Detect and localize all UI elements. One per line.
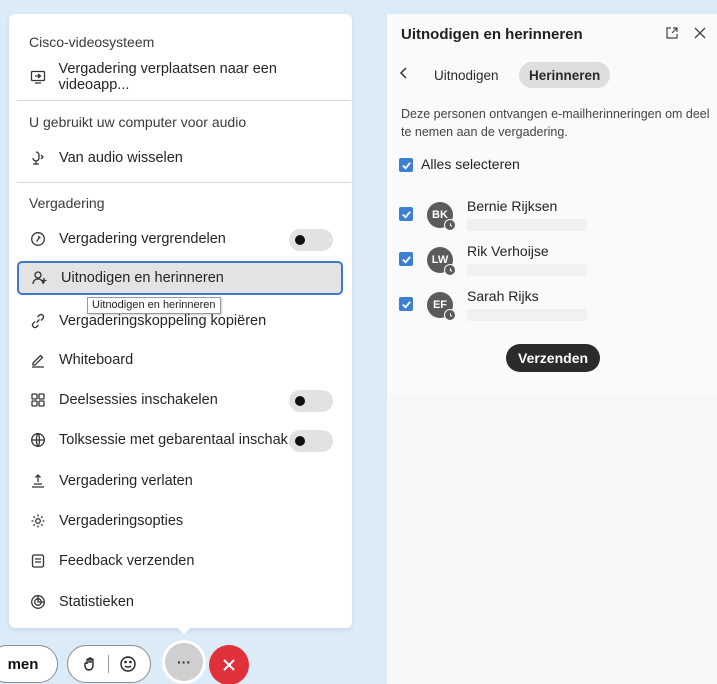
separator: [107, 655, 109, 673]
pop-out-icon[interactable]: [665, 26, 679, 40]
more-options-button[interactable]: ···: [162, 640, 206, 684]
avatar: BK: [427, 202, 456, 231]
section-header-video-system: Cisco-videosysteem: [29, 34, 155, 50]
menu-item-statistics[interactable]: Statistieken: [17, 585, 343, 619]
avatar-initials: EF: [432, 299, 448, 311]
menu-item-label: Statistieken: [59, 594, 134, 610]
reactions-button-group[interactable]: [67, 645, 151, 683]
breakout-sessions-toggle[interactable]: [289, 390, 333, 412]
panel-title: Uitnodigen en herinneren: [401, 26, 583, 43]
panel-description: Deze personen ontvangen e-mailherinnerin…: [401, 107, 710, 139]
partial-control-label: men: [7, 655, 39, 673]
menu-item-label: Vergadering vergrendelen: [59, 231, 226, 247]
menu-item-send-feedback[interactable]: Feedback verzenden: [17, 544, 343, 578]
tab-invite[interactable]: Uitnodigen: [424, 62, 509, 88]
menu-item-sign-language[interactable]: Tolksessie met gebarentaal inschak...: [17, 423, 343, 457]
menu-item-lock-meeting[interactable]: Vergadering vergrendelen: [17, 222, 343, 256]
menu-item-invite-remind[interactable]: Uitnodigen en herinneren: [17, 261, 343, 295]
person-name: Sarah Rijks: [467, 288, 539, 304]
audio-switch-icon: [29, 149, 47, 167]
screen-arrow-icon: [29, 68, 46, 86]
back-chevron-icon[interactable]: [399, 66, 409, 84]
menu-pointer: [175, 625, 193, 634]
partial-control-button[interactable]: men: [0, 645, 58, 683]
grid-icon: [29, 391, 47, 409]
menu-item-label: Uitnodigen en herinneren: [61, 270, 224, 286]
sign-language-toggle[interactable]: [289, 430, 333, 452]
clock-icon: [444, 264, 456, 276]
menu-item-switch-audio[interactable]: Van audio wisselen: [17, 141, 343, 175]
person-name: Bernie Rijksen: [467, 198, 558, 214]
send-button[interactable]: Verzenden: [506, 344, 601, 372]
lock-meeting-toggle[interactable]: [289, 229, 333, 251]
person-checkbox[interactable]: [399, 297, 413, 311]
menu-item-meeting-options[interactable]: Vergaderingsopties: [17, 504, 343, 538]
divider: [17, 100, 351, 101]
leave-icon: [29, 472, 47, 490]
gear-icon: [29, 512, 47, 530]
menu-item-label: Van audio wisselen: [59, 150, 183, 166]
menu-item-label: Whiteboard: [59, 352, 134, 368]
person-checkbox[interactable]: [399, 207, 413, 221]
menu-item-breakout-sessions[interactable]: Deelsessies inschakelen: [17, 383, 343, 417]
person-detail-redacted: [467, 264, 587, 276]
menu-item-whiteboard[interactable]: Whiteboard: [17, 343, 343, 377]
globe-icon: [29, 431, 47, 449]
divider: [17, 182, 351, 183]
menu-item-move-to-video-app[interactable]: Vergadering verplaatsen naar een videoap…: [17, 60, 343, 94]
close-icon: [222, 658, 236, 672]
stats-icon: [29, 593, 47, 611]
emoji-icon[interactable]: [119, 655, 137, 673]
raise-hand-icon[interactable]: [82, 656, 98, 672]
select-all-checkbox[interactable]: [399, 158, 413, 172]
menu-item-label: Vergaderingskoppeling kopiëren: [59, 313, 267, 329]
person-name: Rik Verhoijse: [467, 243, 549, 259]
tab-remind[interactable]: Herinneren: [519, 62, 611, 88]
menu-item-label: Tolksessie met gebarentaal inschak...: [59, 432, 300, 448]
close-icon[interactable]: [693, 26, 707, 40]
feedback-icon: [29, 552, 47, 570]
clock-icon: [444, 309, 456, 321]
avatar: LW: [427, 247, 456, 276]
tooltip: Uitnodigen en herinneren: [87, 297, 221, 314]
end-call-button[interactable]: [209, 645, 249, 684]
person-checkbox[interactable]: [399, 252, 413, 266]
section-header-meeting: Vergadering: [29, 195, 105, 211]
select-all-label: Alles selecteren: [421, 156, 520, 172]
more-options-label: ···: [177, 654, 191, 670]
menu-item-label: Feedback verzenden: [59, 553, 195, 569]
lock-icon: [29, 230, 47, 248]
invite-remind-panel: Uitnodigen en herinneren Uitnodigen Heri…: [387, 14, 717, 684]
person-detail-redacted: [467, 309, 587, 321]
menu-item-leave-meeting[interactable]: Vergadering verlaten: [17, 464, 343, 498]
person-detail-redacted: [467, 219, 587, 231]
panel-empty-area: [387, 394, 717, 684]
avatar: EF: [427, 292, 456, 321]
link-icon: [29, 312, 47, 330]
menu-item-label: Vergadering verlaten: [59, 473, 193, 489]
menu-item-label: Deelsessies inschakelen: [59, 392, 218, 408]
clock-icon: [444, 219, 456, 231]
pencil-icon: [29, 351, 47, 369]
section-header-audio: U gebruikt uw computer voor audio: [29, 114, 247, 130]
person-add-icon: [31, 269, 49, 287]
more-options-menu: Cisco-videosysteem Vergadering verplaats…: [9, 14, 352, 628]
menu-item-label: Vergaderingsopties: [59, 513, 184, 529]
menu-item-label: Vergadering verplaatsen naar een videoap…: [58, 61, 277, 93]
